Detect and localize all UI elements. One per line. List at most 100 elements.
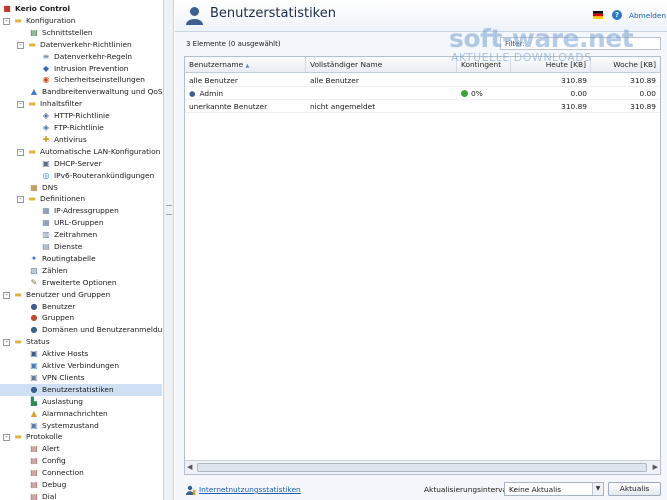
table-row[interactable]: ● Admin 0% 0.00 0.00 [185,87,660,100]
collapse-toggle-icon[interactable]: - [3,17,10,25]
user-icon: ● [30,301,38,311]
sidebar-item[interactable]: ✚ Antivirus [0,134,162,146]
sidebar-item[interactable]: - ▬ Konfiguration [0,15,162,27]
scrollbar-thumb[interactable] [197,463,647,472]
sidebar-item[interactable]: ▣ Aktive Verbindungen [0,360,162,372]
sidebar-item[interactable]: ▣ Aktive Hosts [0,348,162,360]
dhcp-server-icon: ▣ [42,158,50,168]
sidebar-item[interactable]: - ▬ Status [0,336,162,348]
user-stats-icon: ● [30,384,38,394]
column-header-today[interactable]: Heute [KB] [511,57,591,72]
grid-toolbar: 3 Elemente (0 ausgewählt) Filter: [182,33,662,54]
sidebar-item-label: Debug [42,480,67,489]
sidebar-item[interactable]: ▦ DNS [0,182,162,194]
antivirus-icon: ✚ [42,134,50,144]
scroll-right-icon[interactable]: ▶ [653,463,658,471]
sidebar-item-label: Datenverkehr-Richtlinien [40,39,132,49]
horizontal-scrollbar[interactable]: ◀ ▶ [185,460,660,474]
url-groups-icon: ▦ [42,218,50,228]
splitter-grip[interactable] [166,205,172,215]
sidebar-item[interactable]: ◈ FTP-Richtlinie [0,122,162,134]
sidebar-item-label: Benutzer und Gruppen [26,289,111,299]
sidebar-item[interactable]: ■ Kerio Control [0,3,162,15]
sidebar-item[interactable]: ▣ DHCP-Server [0,158,162,170]
sidebar-item[interactable]: ✦ Routingtabelle [0,253,162,265]
cell-text: 310.89 [561,102,587,111]
collapse-toggle-icon[interactable]: - [17,148,24,156]
sidebar-item-label: URL-Gruppen [54,218,104,228]
sidebar-item[interactable]: - ▬ Inhaltsfilter [0,98,162,110]
sidebar-item-label: Aktive Verbindungen [42,361,120,370]
sidebar-item[interactable]: ◉ Sicherheitseinstellungen [0,74,162,86]
sidebar-item-label: Zählen [42,265,68,275]
table-row[interactable]: alle Benutzer alle Benutzer 310.89 310.89 [185,74,660,87]
cell-text: 310.89 [561,76,587,85]
sidebar-item[interactable]: - ▬ Automatische LAN-Konfiguration [0,146,162,158]
sidebar-item[interactable]: ▤ Dial [0,491,162,500]
sidebar-item-label: Definitionen [40,194,86,204]
collapse-toggle-icon[interactable]: - [3,339,10,347]
refresh-button[interactable]: Aktualis [608,482,661,496]
sidebar-item-label: Config [42,456,66,466]
collapse-toggle-icon[interactable]: - [17,196,24,204]
column-header-fullname[interactable]: Vollständiger Name [306,57,457,72]
sidebar-item[interactable]: ✎ Erweiterte Optionen [0,277,162,289]
chevron-down-icon[interactable]: ▼ [592,483,603,495]
sidebar-item[interactable]: ▧ Zählen [0,265,162,277]
sidebar-item[interactable]: ◎ IPv6-Routerankündigungen [0,170,162,182]
sidebar-item[interactable]: ▥ Zeitrahmen [0,229,162,241]
sidebar-item[interactable]: ◆ Intrusion Prevention [0,63,162,75]
sidebar-item[interactable]: ▤ Connection [0,467,162,479]
user-stats-icon [186,7,203,25]
sidebar-splitter[interactable] [163,0,174,500]
help-icon[interactable]: ? [612,10,622,20]
sidebar-item[interactable]: - ▬ Protokolle [0,431,162,443]
sidebar-item-label: Domänen und Benutzeranmeldung [42,325,164,335]
logout-link[interactable]: Abmelden [629,11,666,20]
collapse-toggle-icon[interactable]: - [3,434,10,442]
column-header-username[interactable]: Benutzername ▲ [185,57,306,72]
refresh-interval-select[interactable]: Keine Aktualis ▼ [504,482,604,496]
sidebar-item[interactable]: ▤ Dienste [0,241,162,253]
filter-input[interactable]: Filter: [500,37,661,50]
sidebar-item[interactable]: - ▬ Definitionen [0,193,162,205]
traffic-rules-icon: ≡ [42,51,50,61]
log-icon: ▤ [30,491,38,500]
sidebar-item-label: Aktive Hosts [42,349,89,359]
sidebar-item[interactable]: ≡ Datenverkehr-Regeln [0,51,162,63]
sidebar-item[interactable]: ● Domänen und Benutzeranmeldung [0,324,164,336]
sidebar-item-label: Alert [42,444,60,454]
cell-text: 0.00 [639,89,656,98]
sidebar-item[interactable]: ▤ Debug [0,479,162,491]
table-row[interactable]: unerkannte Benutzer nicht angemeldet 310.8… [185,100,660,113]
collapse-toggle-icon[interactable]: - [17,41,24,49]
sidebar-item[interactable]: ◈ HTTP-Richtlinie [0,110,162,122]
sidebar-item[interactable]: ▲ Alarmnachrichten [0,408,162,420]
german-flag-icon[interactable] [593,11,603,19]
sidebar-item[interactable]: ▙ Auslastung [0,396,162,408]
folder-icon: ▬ [28,146,36,156]
sidebar-item[interactable]: ● Benutzerstatistiken [0,383,162,396]
bandwidth-icon: ▲ [30,87,38,97]
sidebar-item[interactable]: ▤ Config [0,455,162,467]
scroll-left-icon[interactable]: ◀ [187,463,192,471]
sidebar-item[interactable]: ▲ Bandbreitenverwaltung und QoS [0,86,163,98]
column-header-week[interactable]: Woche [KB] [591,57,660,72]
sidebar-item[interactable]: ▦ IP-Adressgruppen [0,205,162,217]
sidebar-item[interactable]: ▤ Schnittstellen [0,27,162,39]
collapse-toggle-icon[interactable]: - [17,101,24,109]
sidebar-item[interactable]: ● Gruppen [0,312,162,324]
sidebar-item[interactable]: ▣ VPN Clients [0,372,162,384]
sidebar-item[interactable]: ● Benutzer [0,301,162,313]
column-header-quota[interactable]: Kontingent [457,57,511,72]
collapse-toggle-icon[interactable]: - [3,291,10,299]
internet-usage-statistics-link[interactable]: Internetnutzungsstatistiken [199,485,301,494]
sidebar-item[interactable]: - ▬ Datenverkehr-Richtlinien [0,39,162,51]
lifebuoy-icon: ◉ [42,75,50,85]
connections-icon: ▣ [30,361,38,370]
sidebar-item[interactable]: - ▬ Benutzer und Gruppen [0,289,162,301]
sidebar-item[interactable]: ▦ URL-Gruppen [0,217,162,229]
sidebar-item[interactable]: ▣ Systemzustand [0,420,162,432]
sidebar-item[interactable]: ▤ Alert [0,443,162,455]
sidebar-item-label: Zeitrahmen [54,230,98,240]
